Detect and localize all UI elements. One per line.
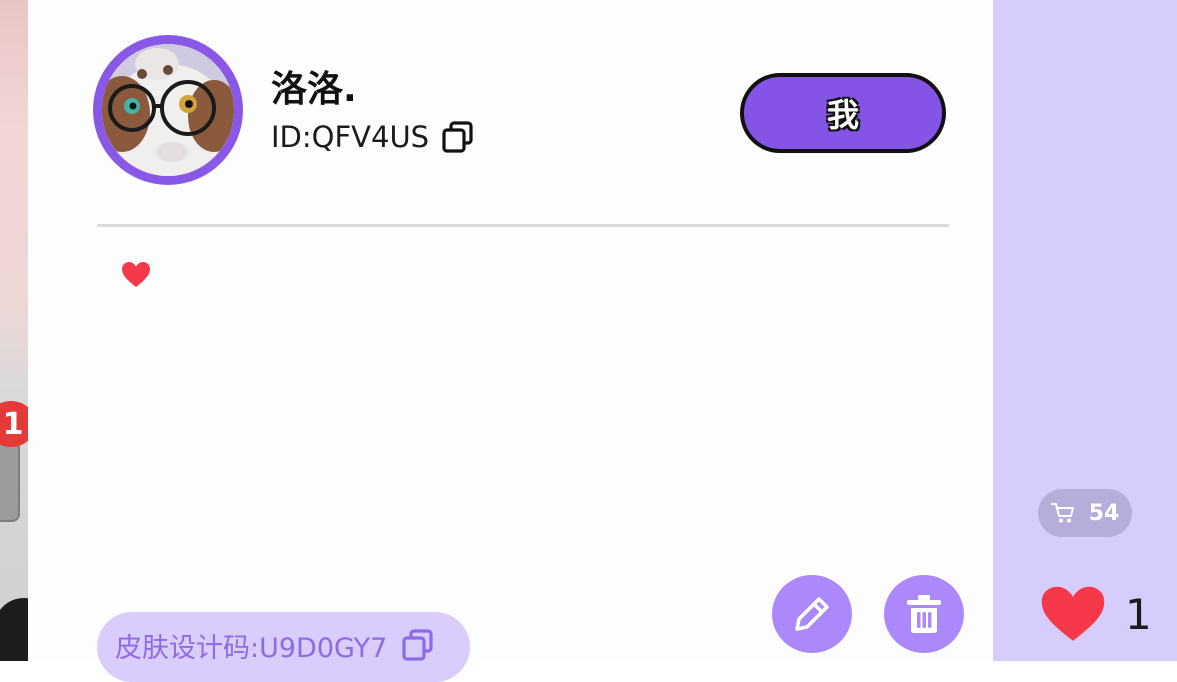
skin-code-text: 皮肤设计码:U9D0GY7 (115, 633, 388, 664)
user-id: ID:QFV4US (271, 120, 430, 154)
copy-icon[interactable] (401, 628, 435, 662)
copy-icon[interactable] (441, 120, 475, 154)
like-button[interactable]: 1 (1039, 585, 1152, 643)
cart-badge[interactable]: 54 (1038, 489, 1132, 537)
partial-dark-shape (0, 598, 28, 661)
user-id-row: ID:QFV4US (271, 120, 475, 154)
background-left-strip (0, 0, 28, 661)
heart-icon (122, 262, 150, 287)
me-button[interactable]: 我 (740, 73, 946, 153)
right-panel: 54 1 (993, 0, 1177, 661)
delete-button[interactable] (884, 575, 964, 653)
partial-card-edge (0, 440, 20, 522)
pencil-icon (795, 597, 829, 631)
skin-code-pill[interactable]: 皮肤设计码:U9D0GY7 (97, 612, 470, 682)
divider (97, 224, 949, 227)
edit-button[interactable] (772, 575, 852, 653)
cart-icon (1050, 503, 1074, 523)
like-count: 1 (1125, 589, 1152, 639)
username: 洛洛. (271, 69, 357, 110)
heart-icon (1041, 586, 1105, 641)
cart-count: 54 (1088, 500, 1120, 526)
avatar[interactable] (93, 35, 243, 185)
trash-icon (907, 595, 941, 633)
profile-card: 洛洛. ID:QFV4US 我 皮肤设计码:U9D0GY7 (28, 0, 993, 682)
avatar-image (102, 44, 234, 176)
